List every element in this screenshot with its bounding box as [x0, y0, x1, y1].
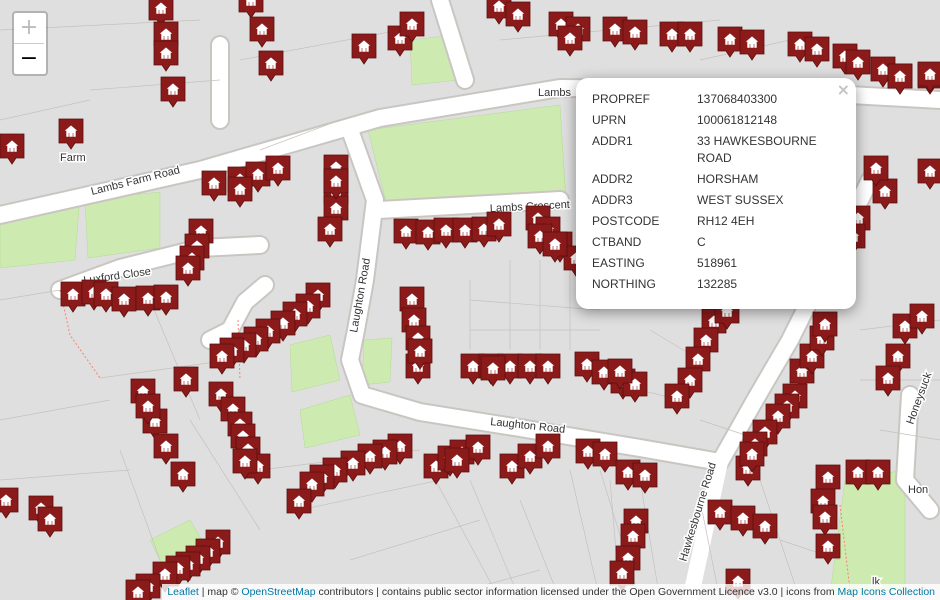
popup-row: PROPREF 137068403300 [592, 91, 837, 112]
popup-key: POSTCODE [592, 214, 660, 228]
osm-link[interactable]: OpenStreetMap [241, 586, 315, 598]
attribution-text: contributors | contains public sector in… [315, 586, 838, 598]
leaflet-link[interactable]: Leaflet [167, 586, 199, 598]
popup-key: ADDR3 [592, 193, 633, 207]
zoom-in-button[interactable]: + [14, 13, 44, 44]
popup-row: NORTHING 132285 [592, 276, 837, 297]
popup-key: EASTING [592, 256, 645, 270]
popup-value: 518961 [697, 256, 738, 270]
popup-value: HORSHAM [697, 172, 759, 186]
street-label: Hon [908, 484, 928, 496]
house-icon [243, 0, 259, 7]
street-label: Lambs [538, 87, 572, 99]
popup-row: UPRN 100061812148 [592, 112, 837, 133]
map-attribution: Leaflet | map © OpenStreetMap contributo… [162, 584, 940, 600]
popup-row: ADDR2 HORSHAM [592, 171, 837, 192]
property-popup: × PROPREF 137068403300 UPRN 100061812148 ADD… [576, 78, 856, 309]
property-details-table: PROPREF 137068403300 UPRN 100061812148 ADDR1… [592, 91, 837, 297]
house-marker[interactable] [125, 579, 151, 600]
popup-row: ADDR1 33 HAWKESBOURNE ROAD [592, 133, 837, 171]
attribution-text: | map © [198, 586, 242, 598]
popup-key: PROPREF [592, 92, 651, 106]
popup-row: CTBAND C [592, 234, 837, 255]
map-icons-link[interactable]: Map Icons Collection [838, 586, 935, 598]
popup-value: 137068403300 [697, 92, 778, 106]
zoom-control: + − [12, 11, 48, 76]
popup-key: NORTHING [592, 277, 656, 291]
popup-key: ADDR1 [592, 134, 633, 148]
popup-row: EASTING 518961 [592, 255, 837, 276]
popup-key: UPRN [592, 113, 627, 127]
popup-key: CTBAND [592, 235, 642, 249]
popup-value: RH12 4EH [697, 214, 755, 228]
street-label: Farm [60, 152, 86, 164]
popup-value: C [697, 235, 706, 249]
popup-row: ADDR3 WEST SUSSEX [592, 192, 837, 213]
popup-value: 132285 [697, 277, 738, 291]
zoom-out-button[interactable]: − [14, 44, 44, 74]
popup-value: WEST SUSSEX [697, 193, 784, 207]
popup-key: ADDR2 [592, 172, 633, 186]
popup-close-button[interactable]: × [837, 80, 850, 99]
popup-value: 33 HAWKESBOURNE ROAD [697, 134, 817, 165]
popup-row: POSTCODE RH12 4EH [592, 213, 837, 234]
popup-value: 100061812148 [697, 113, 778, 127]
